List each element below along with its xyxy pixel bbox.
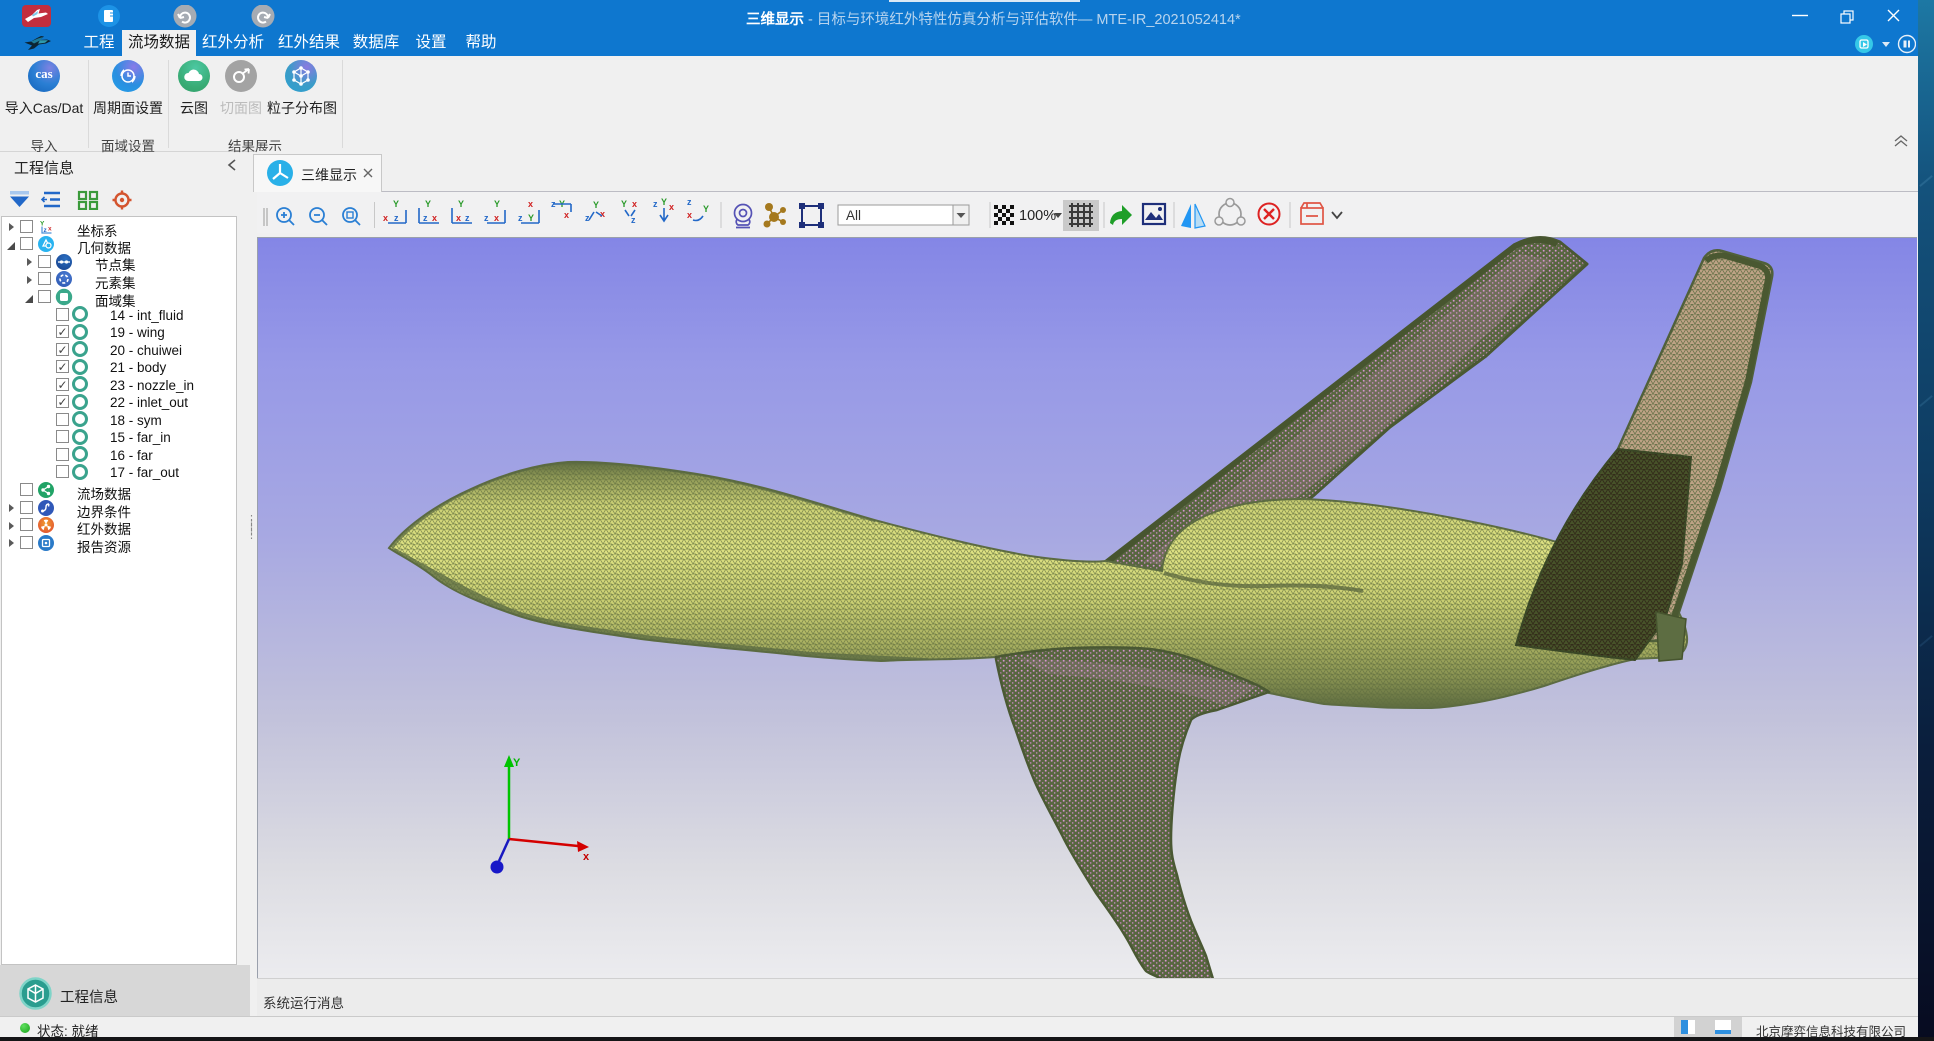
svg-text:z: z xyxy=(394,213,399,223)
svg-text:x: x xyxy=(564,210,569,220)
svg-text:Y: Y xyxy=(393,199,399,209)
svg-text:Y: Y xyxy=(661,197,667,207)
svg-text:x: x xyxy=(528,199,533,209)
svg-text:z: z xyxy=(585,213,590,223)
svg-text:Y: Y xyxy=(703,204,709,214)
svg-text:All: All xyxy=(846,208,861,223)
svg-text:Y: Y xyxy=(494,199,500,209)
svg-text:x: x xyxy=(669,202,674,212)
svg-text:100%: 100% xyxy=(1019,208,1056,224)
svg-text:x: x xyxy=(632,199,637,209)
svg-text:Y: Y xyxy=(593,200,599,210)
svg-text:x: x xyxy=(687,210,692,220)
svg-text:x: x xyxy=(600,209,605,219)
svg-text:z: z xyxy=(631,215,636,225)
svg-text:Y: Y xyxy=(513,757,521,769)
svg-text:x: x xyxy=(432,213,437,223)
svg-text:x: x xyxy=(583,851,590,863)
svg-text:x: x xyxy=(494,213,499,223)
svg-text:z: z xyxy=(484,213,489,223)
svg-text:x: x xyxy=(48,226,52,233)
svg-text:z: z xyxy=(518,213,523,223)
svg-text:z: z xyxy=(687,197,692,207)
svg-text:z: z xyxy=(423,213,428,223)
svg-text:x: x xyxy=(383,213,388,223)
svg-text:Y: Y xyxy=(425,199,431,209)
svg-text:Y: Y xyxy=(621,199,627,209)
svg-text:Y: Y xyxy=(458,199,464,209)
svg-text:z: z xyxy=(653,199,658,209)
svg-text:x: x xyxy=(456,213,461,223)
svg-text:Y: Y xyxy=(528,213,534,223)
svg-text:z: z xyxy=(465,213,470,223)
